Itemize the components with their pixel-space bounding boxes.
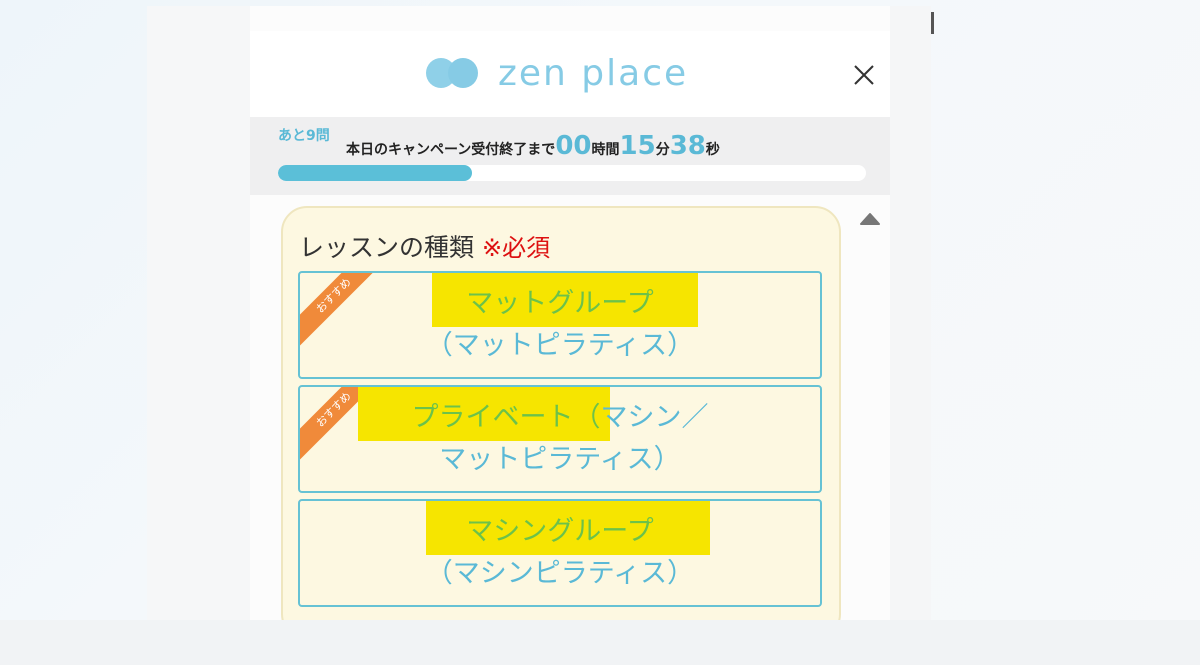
progress-bar-fill xyxy=(278,165,473,181)
option-line2: （マットピラティス） xyxy=(425,330,695,361)
option-line1: マットグループ xyxy=(466,288,654,319)
question-scroll-area: レッスンの種類 ※必須 おすすめ マットグループ （マットピラティス） おすすめ … xyxy=(250,195,890,620)
required-label: ※必須 xyxy=(482,234,551,262)
page-right-margin xyxy=(890,6,931,620)
page-edge-mark xyxy=(931,12,934,34)
logo-mark-icon xyxy=(426,58,480,88)
question-card: レッスンの種類 ※必須 おすすめ マットグループ （マットピラティス） おすすめ … xyxy=(281,206,841,620)
option-line2: （マシンピラティス） xyxy=(425,558,695,589)
modal-header: zen place xyxy=(250,31,890,117)
option-label: マシングループ （マシンピラティス） xyxy=(300,511,820,595)
option-line1: マシングループ xyxy=(466,516,654,547)
option-private[interactable]: おすすめ プライベート（マシン／ マットピラティス） xyxy=(298,385,822,493)
option-line1-highlighted: プライベート（ xyxy=(411,402,601,433)
option-mat-group[interactable]: おすすめ マットグループ （マットピラティス） xyxy=(298,271,822,379)
option-line2: マットピラティス） xyxy=(439,444,681,475)
page-left-margin xyxy=(147,6,250,620)
remaining-questions: あと9問 xyxy=(278,128,330,144)
countdown-prefix: 本日のキャンペーン受付終了まで xyxy=(346,142,556,158)
countdown-seconds: 38 xyxy=(669,131,706,161)
questionnaire-modal: zen place あと9問 本日のキャンペーン受付終了まで00時間15分38秒… xyxy=(250,31,890,620)
countdown-minutes-unit: 分 xyxy=(655,142,670,158)
progress-bar xyxy=(278,165,866,181)
option-line1-rest: マシン／ xyxy=(600,402,709,433)
progress-area: あと9問 本日のキャンペーン受付終了まで00時間15分38秒 xyxy=(250,117,890,195)
question-title: レッスンの種類 ※必須 xyxy=(299,228,550,264)
countdown-hours: 00 xyxy=(555,131,592,161)
logo-text: zen place xyxy=(498,52,689,94)
option-machine-group[interactable]: マシングループ （マシンピラティス） xyxy=(298,499,822,607)
close-icon[interactable] xyxy=(852,63,876,87)
bottom-strip xyxy=(0,620,1200,665)
countdown-seconds-unit: 秒 xyxy=(705,142,720,158)
countdown-hours-unit: 時間 xyxy=(591,142,620,158)
campaign-countdown: 本日のキャンペーン受付終了まで00時間15分38秒 xyxy=(346,131,720,161)
option-label: マットグループ （マットピラティス） xyxy=(300,283,820,367)
countdown-minutes: 15 xyxy=(619,131,656,161)
option-label: プライベート（マシン／ マットピラティス） xyxy=(300,397,820,481)
option-line1: プライベート（マシン／ xyxy=(300,397,820,439)
zen-place-logo: zen place xyxy=(426,51,688,95)
question-title-text: レッスンの種類 xyxy=(299,233,475,262)
triangle-up-icon[interactable] xyxy=(858,209,882,229)
